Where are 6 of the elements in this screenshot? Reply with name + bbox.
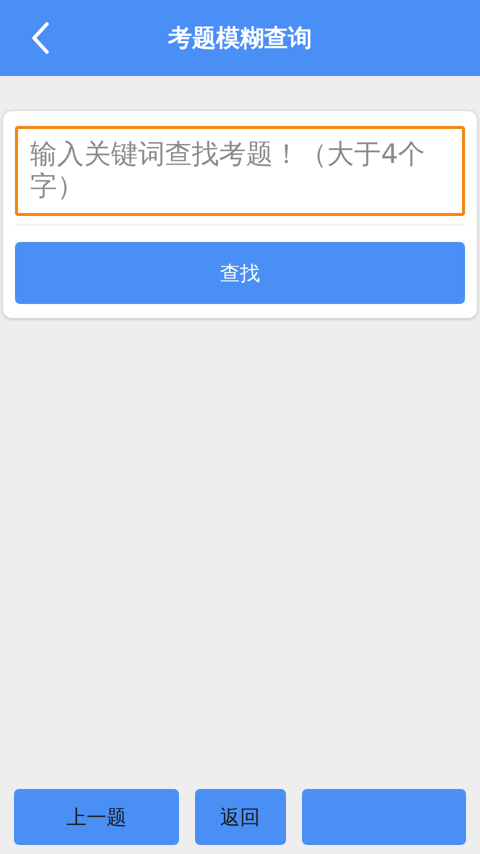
page-title: 考题模糊查询 [168, 23, 312, 54]
nav-button[interactable]: 上一题 [14, 789, 178, 845]
back-icon [31, 22, 49, 54]
search-button[interactable]: 查找 [15, 242, 465, 304]
nav-button[interactable]: 返回 [194, 789, 286, 845]
keyword-field[interactable]: 输入关键词查找考题！（大于4个字） [15, 126, 465, 216]
